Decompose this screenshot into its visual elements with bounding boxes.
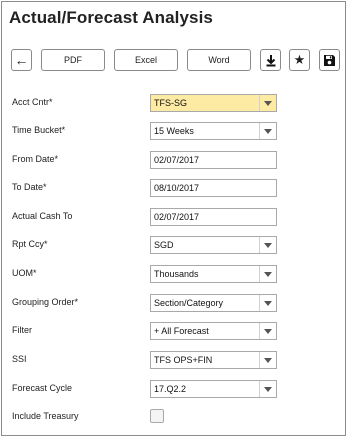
from-date-value: 02/07/2017 — [154, 155, 200, 165]
actual-cash-to-label: Actual Cash To — [12, 211, 73, 221]
rpt-ccy-value: SGD — [154, 240, 174, 250]
back-button[interactable]: ← — [11, 49, 32, 71]
from-date-label: From Date* — [12, 154, 59, 164]
row-forecast-cycle: Forecast Cycle 17.Q2.2 — [12, 380, 342, 400]
star-icon: ★ — [293, 52, 306, 67]
acct-cntr-label: Acct Cntr* — [12, 97, 53, 107]
chevron-down-icon[interactable] — [259, 352, 276, 368]
page-title: Actual/Forecast Analysis — [9, 8, 213, 27]
row-ssi: SSI TFS OPS+FIN — [12, 351, 342, 371]
toolbar: ← PDF Excel Word ★ — [11, 49, 341, 73]
row-rpt-ccy: Rpt Ccy* SGD — [12, 236, 342, 256]
chevron-down-icon[interactable] — [259, 95, 276, 111]
row-actual-cash-to: Actual Cash To 02/07/2017 — [12, 208, 342, 228]
ssi-select[interactable]: TFS OPS+FIN — [150, 351, 277, 369]
download-icon — [266, 54, 275, 66]
row-filter: Filter + All Forecast — [12, 322, 342, 342]
to-date-label: To Date* — [12, 182, 47, 192]
uom-value: Thousands — [154, 269, 199, 279]
actual-cash-to-input[interactable]: 02/07/2017 — [150, 208, 277, 226]
include-treasury-label: Include Treasury — [12, 411, 79, 421]
word-button[interactable]: Word — [187, 49, 251, 71]
time-bucket-label: Time Bucket* — [12, 125, 66, 135]
chevron-down-icon[interactable] — [259, 266, 276, 282]
chevron-down-icon[interactable] — [259, 237, 276, 253]
row-include-treasury: Include Treasury — [12, 408, 342, 428]
rpt-ccy-select[interactable]: SGD — [150, 236, 277, 254]
from-date-input[interactable]: 02/07/2017 — [150, 151, 277, 169]
excel-button[interactable]: Excel — [114, 49, 178, 71]
row-time-bucket: Time Bucket* 15 Weeks — [12, 122, 342, 142]
row-grouping-order: Grouping Order* Section/Category — [12, 294, 342, 314]
row-from-date: From Date* 02/07/2017 — [12, 151, 342, 171]
chevron-down-icon[interactable] — [259, 323, 276, 339]
favorite-button[interactable]: ★ — [289, 49, 310, 71]
ssi-value: TFS OPS+FIN — [154, 355, 213, 365]
row-to-date: To Date* 08/10/2017 — [12, 179, 342, 199]
filter-value: + All Forecast — [154, 326, 209, 336]
time-bucket-value: 15 Weeks — [154, 126, 194, 136]
save-button[interactable] — [319, 49, 340, 71]
arrow-left-icon: ← — [14, 52, 29, 68]
chevron-down-icon[interactable] — [259, 123, 276, 139]
grouping-order-value: Section/Category — [154, 298, 224, 308]
rpt-ccy-label: Rpt Ccy* — [12, 239, 48, 249]
filter-label: Filter — [12, 325, 32, 335]
uom-label: UOM* — [12, 268, 37, 278]
pdf-button[interactable]: PDF — [41, 49, 105, 71]
forecast-cycle-label: Forecast Cycle — [12, 383, 73, 393]
row-uom: UOM* Thousands — [12, 265, 342, 285]
uom-select[interactable]: Thousands — [150, 265, 277, 283]
analysis-panel: Actual/Forecast Analysis ← PDF Excel Wor… — [1, 1, 346, 436]
download-button[interactable] — [260, 49, 281, 71]
forecast-cycle-value: 17.Q2.2 — [154, 384, 187, 394]
grouping-order-select[interactable]: Section/Category — [150, 294, 277, 312]
acct-cntr-value: TFS-SG — [154, 98, 187, 108]
chevron-down-icon[interactable] — [259, 295, 276, 311]
row-acct-cntr: Acct Cntr* TFS-SG — [12, 94, 342, 114]
filter-select[interactable]: + All Forecast — [150, 322, 277, 340]
chevron-down-icon[interactable] — [259, 381, 276, 397]
to-date-input[interactable]: 08/10/2017 — [150, 179, 277, 197]
actual-cash-to-value: 02/07/2017 — [154, 212, 200, 222]
to-date-value: 08/10/2017 — [154, 183, 200, 193]
grouping-order-label: Grouping Order* — [12, 297, 79, 307]
acct-cntr-select[interactable]: TFS-SG — [150, 94, 277, 112]
floppy-disk-icon — [324, 54, 335, 66]
ssi-label: SSI — [12, 354, 27, 364]
forecast-cycle-select[interactable]: 17.Q2.2 — [150, 380, 277, 398]
include-treasury-checkbox[interactable] — [150, 409, 164, 423]
time-bucket-select[interactable]: 15 Weeks — [150, 122, 277, 140]
